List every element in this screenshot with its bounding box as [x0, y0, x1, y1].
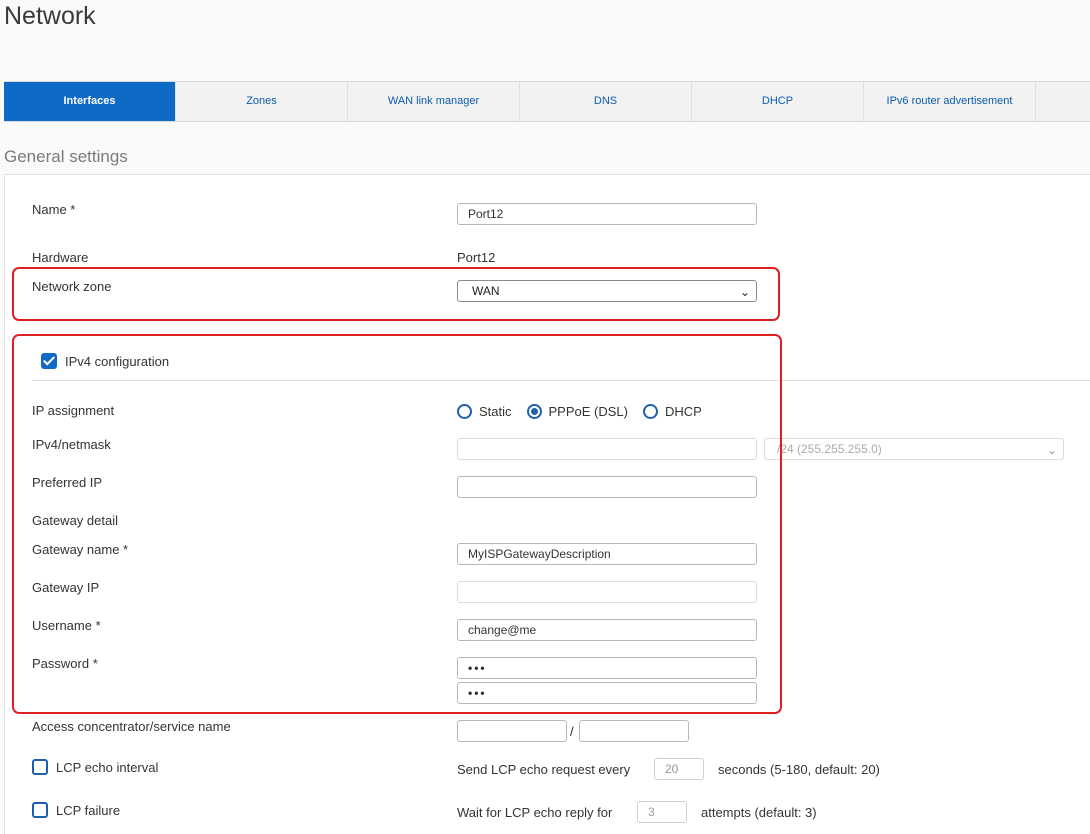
chevron-down-icon: ⌄: [1046, 443, 1057, 457]
access-concentrator-input[interactable]: [457, 720, 567, 742]
page-title: Network: [4, 2, 96, 30]
netmask-value: /24 (255.255.255.0): [777, 442, 882, 456]
tab-bar: Interfaces Zones WAN link manager DNS DH…: [4, 81, 1090, 122]
tab-more[interactable]: C: [1036, 82, 1090, 121]
tab-ipv6-router-advertisement[interactable]: IPv6 router advertisement: [864, 82, 1036, 121]
lcp-echo-interval-input[interactable]: 20: [654, 758, 704, 780]
separator: /: [570, 724, 574, 739]
lcp-echo-label: LCP echo interval: [56, 760, 159, 775]
name-input[interactable]: Port12: [457, 203, 757, 225]
lcp-failure-checkbox[interactable]: [32, 802, 48, 818]
lcp-failure-prefix: Wait for LCP echo reply for: [457, 805, 613, 820]
highlight-ipv4-config: [12, 334, 782, 714]
section-title: General settings: [4, 147, 128, 166]
highlight-network-zone: [12, 267, 780, 321]
lcp-echo-checkbox[interactable]: [32, 759, 48, 775]
lcp-failure-attempts-input[interactable]: 3: [637, 801, 687, 823]
name-label: Name *: [32, 202, 76, 217]
lcp-failure-label: LCP failure: [56, 803, 121, 818]
lcp-echo-suffix: seconds (5-180, default: 20): [718, 762, 880, 777]
access-concentrator-label: Access concentrator/service name: [32, 719, 231, 734]
tab-interfaces[interactable]: Interfaces: [4, 82, 176, 121]
lcp-echo-prefix: Send LCP echo request every: [457, 762, 631, 777]
service-name-input[interactable]: [579, 720, 689, 742]
lcp-failure-suffix: attempts (default: 3): [701, 805, 817, 820]
tab-dhcp[interactable]: DHCP: [692, 82, 864, 121]
netmask-select[interactable]: /24 (255.255.255.0) ⌄: [764, 438, 1064, 460]
hardware-label: Hardware: [32, 250, 89, 265]
tab-zones[interactable]: Zones: [176, 82, 348, 121]
tab-dns[interactable]: DNS: [520, 82, 692, 121]
hardware-value: Port12: [457, 250, 496, 265]
tab-wan-link-manager[interactable]: WAN link manager: [348, 82, 520, 121]
